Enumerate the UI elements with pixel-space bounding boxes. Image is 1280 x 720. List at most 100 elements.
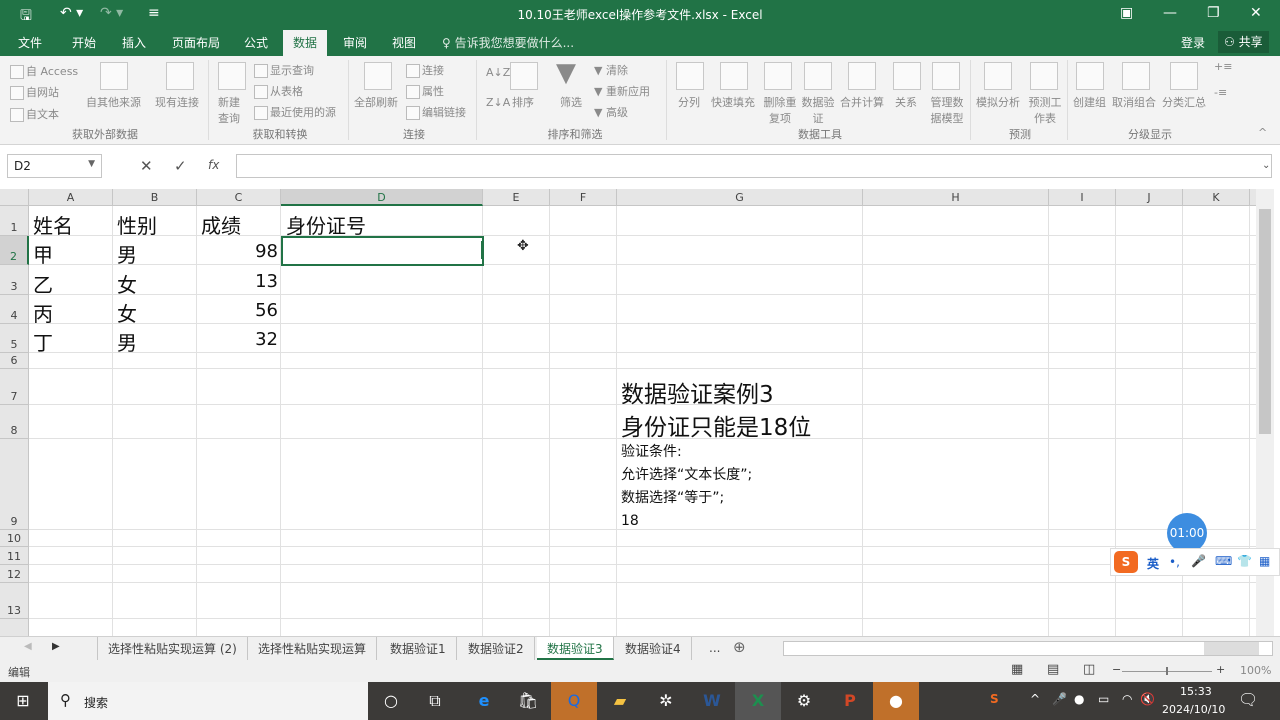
existing-connections-button[interactable]: 现有连接 (155, 94, 199, 110)
settings-icon[interactable]: ⚙ (781, 682, 827, 720)
from-table-button[interactable]: 从表格 (254, 83, 303, 99)
row-header-2[interactable]: 2 (0, 236, 29, 265)
consolidate-button[interactable]: 合并计算 (840, 94, 884, 110)
cell-b4[interactable]: 女 (117, 298, 137, 327)
row-header-13[interactable]: 13 (0, 583, 29, 619)
clear-filter-button[interactable]: ▼ 清除 (594, 62, 628, 78)
search-app-icon[interactable]: Q (551, 682, 597, 720)
row-header-14[interactable] (0, 619, 29, 636)
row-header-1[interactable]: 1 (0, 206, 29, 236)
cell-c3[interactable]: 13 (197, 271, 278, 292)
cell-a4[interactable]: 丙 (33, 298, 53, 327)
column-header-f[interactable]: F (550, 189, 617, 206)
tab-formulas[interactable]: 公式 (244, 34, 268, 51)
row-header-4[interactable]: 4 (0, 295, 29, 324)
row-header-10[interactable]: 10 (0, 530, 29, 547)
tab-page-layout[interactable]: 页面布局 (172, 34, 220, 51)
cell-c2[interactable]: 98 (197, 241, 278, 262)
column-header-i[interactable]: I (1049, 189, 1116, 206)
toolbox-icon[interactable]: ▦ (1259, 554, 1270, 568)
row-header-8[interactable]: 8 (0, 405, 29, 439)
cell-g9[interactable]: 验证条件: 允许选择“文本长度”; 数据选择“等于”; 18 (621, 441, 752, 533)
other-sources-button[interactable]: 自其他来源 (86, 94, 141, 110)
text-to-columns-button[interactable]: 分列 (678, 94, 700, 110)
insert-function-icon[interactable]: fx (208, 158, 219, 172)
row-header-5[interactable]: 5 (0, 324, 29, 353)
add-sheet-icon[interactable]: ⊕ (733, 638, 746, 656)
notifications-icon[interactable]: 🗨 (1238, 690, 1258, 709)
sheet-tab-3[interactable]: 数据验证1 (380, 637, 457, 660)
battery-icon[interactable]: ▭ (1098, 692, 1109, 706)
excel-icon[interactable]: X (735, 682, 781, 720)
clock-date[interactable]: 2024/10/10 (1162, 703, 1225, 716)
forecast-sheet-button[interactable]: 预测工作表 (1028, 94, 1062, 126)
store-icon[interactable]: 🛍 (505, 682, 551, 720)
sort-button[interactable]: 排序 (512, 94, 534, 110)
wifi-icon[interactable]: ◠ (1122, 692, 1132, 706)
group-button[interactable]: 创建组 (1073, 94, 1106, 110)
from-access-button[interactable]: 自 Access (10, 63, 78, 79)
ime-language[interactable]: 英 (1147, 555, 1159, 572)
close-button[interactable]: ✕ (1250, 5, 1262, 21)
app-icon[interactable]: ✲ (643, 682, 689, 720)
column-header-b[interactable]: B (113, 189, 197, 206)
file-explorer-icon[interactable]: ▰ (597, 682, 643, 720)
recent-sources-button[interactable]: 最近使用的源 (254, 104, 336, 120)
row-header-6[interactable]: 6 (0, 353, 29, 369)
mic-tray-icon[interactable]: 🎤 (1052, 692, 1067, 706)
cell-a3[interactable]: 乙 (33, 269, 53, 298)
collapse-ribbon-icon[interactable]: ^ (1258, 126, 1267, 139)
cell-b1[interactable]: 性别 (117, 210, 157, 239)
cell-g7[interactable]: 数据验证案例3 (621, 375, 774, 409)
from-text-button[interactable]: 自文本 (10, 106, 59, 122)
expand-formula-icon[interactable]: ⌄ (1262, 160, 1270, 171)
tab-review[interactable]: 审阅 (343, 34, 367, 51)
row-header-11[interactable]: 11 (0, 547, 29, 565)
zoom-out-button[interactable]: − (1112, 663, 1121, 676)
tab-home[interactable]: 开始 (72, 34, 96, 51)
new-query-button[interactable]: 新建查询 (218, 94, 248, 126)
advanced-button[interactable]: ▼ 高级 (594, 104, 628, 120)
remove-duplicates-button[interactable]: 删除重复项 (762, 94, 798, 126)
zoom-level[interactable]: 100% (1240, 664, 1271, 677)
what-if-analysis-button[interactable]: 模拟分析 (976, 94, 1020, 110)
zoom-slider-thumb[interactable] (1166, 667, 1168, 675)
column-header-h[interactable]: H (863, 189, 1049, 206)
cell-b3[interactable]: 女 (117, 269, 137, 298)
edit-links-button[interactable]: 编辑链接 (406, 104, 466, 120)
sheet-tab-2[interactable]: 选择性粘贴实现运算 (248, 637, 378, 660)
login-link[interactable]: 登录 (1181, 34, 1205, 51)
page-layout-view-icon[interactable]: ▤ (1047, 662, 1059, 677)
worksheet-grid[interactable]: A B C D E F G H I J K 1 2 3 4 5 6 7 8 9 … (0, 189, 1256, 636)
share-button[interactable]: ⚇ 共享 (1218, 31, 1269, 53)
next-sheet-icon[interactable]: ▶ (52, 641, 60, 652)
sogou-tray-icon[interactable]: S (990, 692, 999, 706)
zoom-in-button[interactable]: + (1216, 663, 1225, 676)
taskbar-search[interactable]: ⚲ 搜索 (48, 682, 368, 720)
filter-button[interactable]: 筛选 (560, 94, 582, 110)
volume-muted-icon[interactable]: 🔇 (1140, 692, 1155, 706)
tab-view[interactable]: 视图 (392, 34, 416, 51)
cell-d1[interactable]: 身份证号 (286, 210, 366, 239)
prev-sheet-icon[interactable]: ◀ (24, 641, 32, 652)
row-header-9[interactable]: 9 (0, 439, 29, 530)
cancel-icon[interactable]: ✕ (140, 157, 153, 175)
reapply-button[interactable]: ▼ 重新应用 (594, 83, 650, 99)
cell-g8[interactable]: 身份证只能是18位 (621, 408, 811, 442)
ungroup-button[interactable]: 取消组合 (1112, 94, 1156, 110)
powerpoint-icon[interactable]: P (827, 682, 873, 720)
sort-za-icon[interactable]: Z↓A (486, 96, 510, 109)
name-box[interactable]: D2 ▼ (7, 154, 102, 178)
task-view-icon[interactable]: ⧉ (412, 682, 458, 720)
edge-icon[interactable]: e (461, 682, 507, 720)
from-web-button[interactable]: 自网站 (10, 84, 59, 100)
windows-start-icon[interactable]: ⊞ (0, 682, 46, 720)
avatar-app-icon[interactable]: ● (873, 682, 919, 720)
keyboard-icon[interactable]: ⌨ (1215, 554, 1232, 568)
enter-icon[interactable]: ✓ (174, 157, 187, 175)
hide-detail-icon[interactable]: -≡ (1214, 86, 1227, 99)
ime-toolbar[interactable]: S 英 •, 🎤 ⌨ 👕 ▦ (1110, 548, 1280, 576)
column-header-e[interactable]: E (483, 189, 550, 206)
tab-file[interactable]: 文件 (18, 34, 42, 51)
tray-app-icon[interactable]: ● (1074, 692, 1084, 706)
